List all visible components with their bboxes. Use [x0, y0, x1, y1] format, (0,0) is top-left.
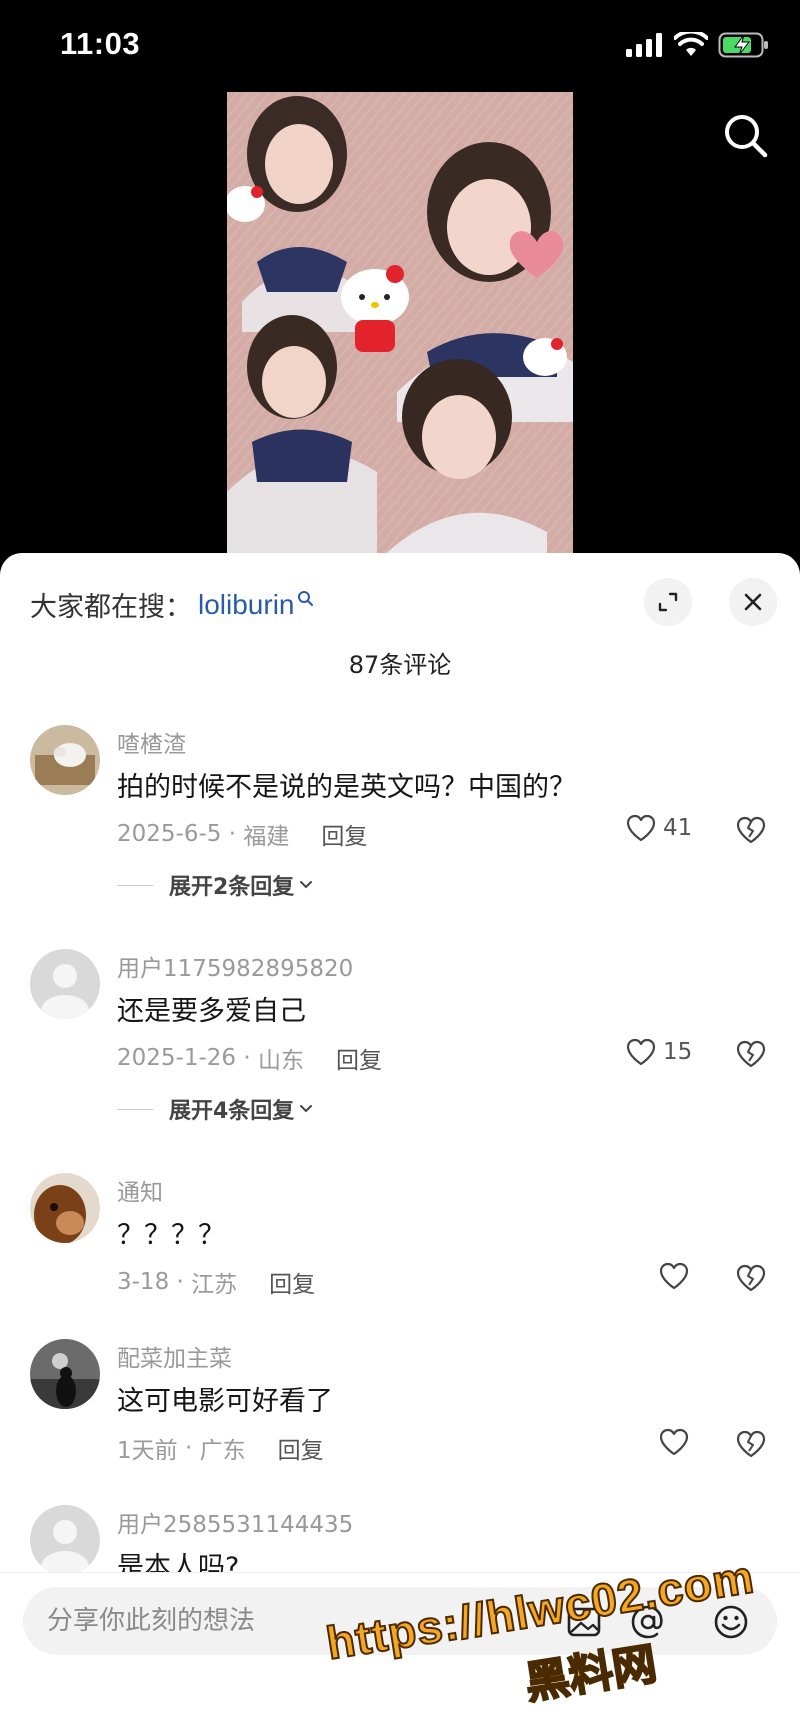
comment-location: 山东 [257, 1048, 304, 1074]
comment-item: 通知 ？？？？ 3-18 · 江苏 回复 [0, 1173, 800, 1313]
meta-separator: · [169, 1269, 192, 1295]
search-button[interactable] [720, 110, 772, 162]
reply-button[interactable]: 回复 [269, 1265, 315, 1299]
divider-line [117, 884, 153, 886]
expand-replies-label: 展开4条回复 [169, 1099, 295, 1124]
heart-icon [626, 1038, 656, 1066]
expand-button[interactable] [644, 578, 692, 626]
like-button[interactable]: 15 [625, 1037, 692, 1067]
comment-input-bar [0, 1572, 800, 1731]
comment-item: 用户1175982895820 还是要多爱自己 2025-1-26 · 山东 回… [0, 949, 800, 1149]
reply-button[interactable]: 回复 [278, 1431, 324, 1465]
video-thumbnail[interactable] [227, 92, 573, 562]
avatar-image [30, 1173, 100, 1243]
comment-date: 3-18 [117, 1269, 170, 1295]
status-icons [626, 32, 770, 58]
like-count: 15 [663, 1039, 693, 1065]
comment-text: 这可电影可好看了 [117, 1386, 333, 1417]
comment-meta: 3-18 · 江苏 回复 [117, 1265, 315, 1299]
like-button[interactable] [658, 1261, 690, 1291]
comment-text: 还是要多爱自己 [117, 996, 306, 1027]
avatar-image [30, 725, 100, 795]
image-icon[interactable] [563, 1601, 605, 1643]
comment-username[interactable]: 喳楂渣 [117, 725, 186, 759]
chevron-down-icon [300, 1105, 313, 1113]
comment-item: 配菜加主菜 这可电影可好看了 1天前 · 广东 回复 [0, 1339, 800, 1479]
broken-heart-icon [736, 816, 766, 844]
avatar[interactable] [30, 725, 100, 795]
broken-heart-icon [736, 1040, 766, 1068]
broken-heart-icon [736, 1264, 766, 1292]
comment-date: 2025-6-5 [117, 821, 222, 847]
heart-icon [626, 814, 656, 842]
avatar[interactable] [30, 1505, 100, 1575]
at-mention-icon[interactable] [627, 1601, 669, 1643]
battery-charging-icon [718, 32, 768, 58]
comment-location: 广东 [199, 1438, 246, 1464]
comment-item: 喳楂渣 拍的时候不是说的是英文吗？中国的？ 2025-6-5 · 福建 回复 4… [0, 725, 800, 925]
status-bar: 11:03 [0, 0, 800, 90]
comment-username[interactable]: 通知 [117, 1173, 163, 1207]
chevron-down-icon [300, 881, 313, 889]
emoji-icon[interactable] [710, 1601, 752, 1643]
comment-username[interactable]: 用户2585531144435 [117, 1505, 353, 1539]
hot-search-prefix: 大家都在搜： [30, 592, 192, 623]
video-collage-image [227, 92, 573, 562]
avatar[interactable] [30, 1173, 100, 1243]
comment-location: 福建 [243, 824, 290, 850]
comment-meta: 1天前 · 广东 回复 [117, 1431, 324, 1465]
hot-search-term[interactable]: loliburin [198, 589, 295, 621]
default-avatar-icon [30, 949, 100, 1019]
expand-replies-button[interactable]: 展开4条回复 [117, 1093, 314, 1125]
like-button[interactable]: 41 [625, 813, 692, 843]
small-search-icon [297, 590, 313, 606]
reply-button[interactable]: 回复 [321, 817, 367, 851]
like-button[interactable] [658, 1427, 690, 1457]
meta-separator: · [236, 1045, 258, 1071]
comment-sheet: 大家都在搜： loliburin 87条评论 喳楂渣 拍的时候不是说的是英文吗？… [0, 553, 800, 1731]
comment-meta: 2025-6-5 · 福建 回复 [117, 817, 367, 851]
comment-date: 2025-1-26 [117, 1045, 237, 1071]
comment-text: 拍的时候不是说的是英文吗？中国的？ [117, 772, 576, 803]
comment-date: 1天前 [117, 1438, 178, 1464]
comment-count: 87条评论 [348, 651, 452, 679]
comment-meta: 2025-1-26 · 山东 回复 [117, 1041, 382, 1075]
dislike-button[interactable] [735, 1039, 767, 1073]
avatar-image [30, 1339, 100, 1409]
avatar[interactable] [30, 1339, 100, 1409]
meta-separator: · [221, 821, 244, 847]
divider-line [117, 1108, 153, 1110]
close-button[interactable] [729, 578, 777, 626]
cellular-signal-icon [626, 33, 662, 57]
like-count: 41 [663, 815, 693, 841]
expand-replies-button[interactable]: 展开2条回复 [117, 869, 314, 901]
avatar[interactable] [30, 949, 100, 1019]
comment-location: 江苏 [191, 1272, 238, 1298]
dislike-button[interactable] [735, 815, 767, 849]
expand-replies-label: 展开2条回复 [169, 875, 295, 900]
meta-separator: · [177, 1435, 200, 1461]
heart-icon [659, 1262, 689, 1290]
comment-input-box[interactable] [23, 1587, 777, 1655]
heart-icon [659, 1428, 689, 1456]
comment-username[interactable]: 配菜加主菜 [117, 1339, 232, 1373]
reply-button[interactable]: 回复 [336, 1041, 382, 1075]
broken-heart-icon [736, 1430, 766, 1458]
hot-search[interactable]: 大家都在搜： loliburin [30, 585, 315, 624]
dislike-button[interactable] [735, 1429, 767, 1463]
dislike-button[interactable] [735, 1263, 767, 1297]
close-icon [744, 593, 762, 611]
sheet-header: 大家都在搜： loliburin [0, 553, 800, 643]
comment-username[interactable]: 用户1175982895820 [117, 949, 353, 983]
default-avatar-icon [30, 1505, 100, 1575]
expand-icon [658, 592, 678, 612]
wifi-icon [674, 32, 708, 56]
comment-input[interactable] [47, 1587, 527, 1655]
comment-text: ？？？？ [117, 1220, 225, 1251]
status-time: 11:03 [60, 26, 141, 61]
search-icon [725, 115, 768, 158]
